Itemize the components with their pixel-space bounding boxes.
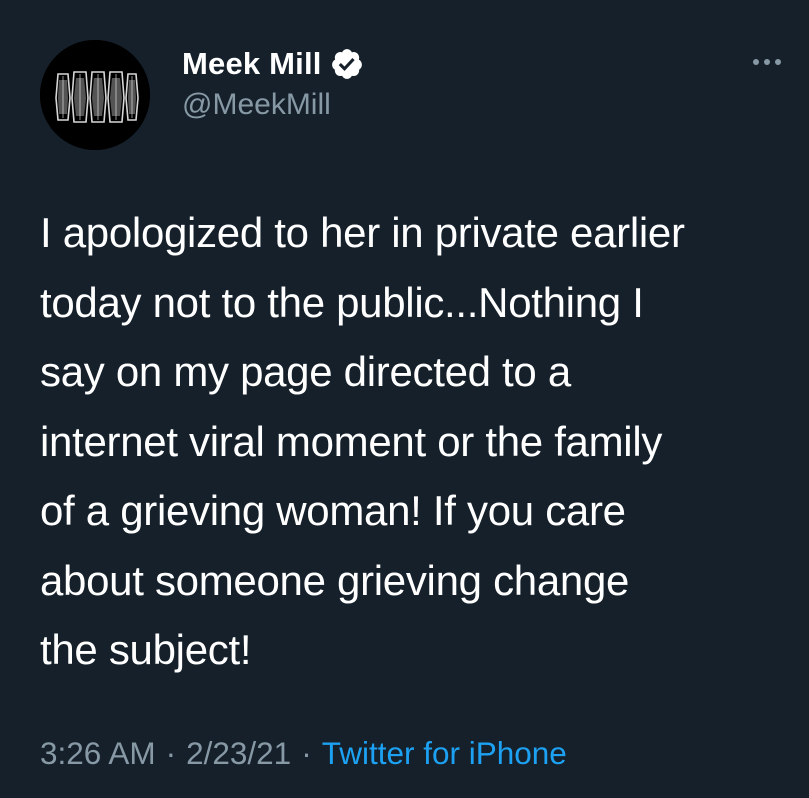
more-options-icon[interactable] bbox=[750, 52, 784, 72]
tweet-card: Meek Mill @MeekMill I apologized to her … bbox=[0, 0, 809, 798]
user-name-row: Meek Mill bbox=[182, 44, 364, 84]
avatar[interactable] bbox=[40, 40, 150, 150]
tweet-date[interactable]: 2/23/21 bbox=[186, 735, 291, 772]
avatar-image bbox=[40, 40, 150, 150]
tweet-time[interactable]: 3:26 AM bbox=[40, 735, 156, 772]
meta-separator: · bbox=[301, 734, 312, 771]
verified-badge-icon bbox=[330, 47, 364, 81]
tweet-text: I apologized to her in private earlier t… bbox=[40, 209, 685, 673]
meta-separator: · bbox=[165, 734, 177, 771]
tweet-source-link[interactable]: Twitter for iPhone bbox=[322, 735, 567, 772]
user-handle[interactable]: @MeekMill bbox=[182, 88, 331, 122]
tweet-meta: 3:26 AM · 2/23/21 · Twitter for iPhone bbox=[40, 732, 567, 774]
display-name[interactable]: Meek Mill bbox=[182, 46, 322, 82]
